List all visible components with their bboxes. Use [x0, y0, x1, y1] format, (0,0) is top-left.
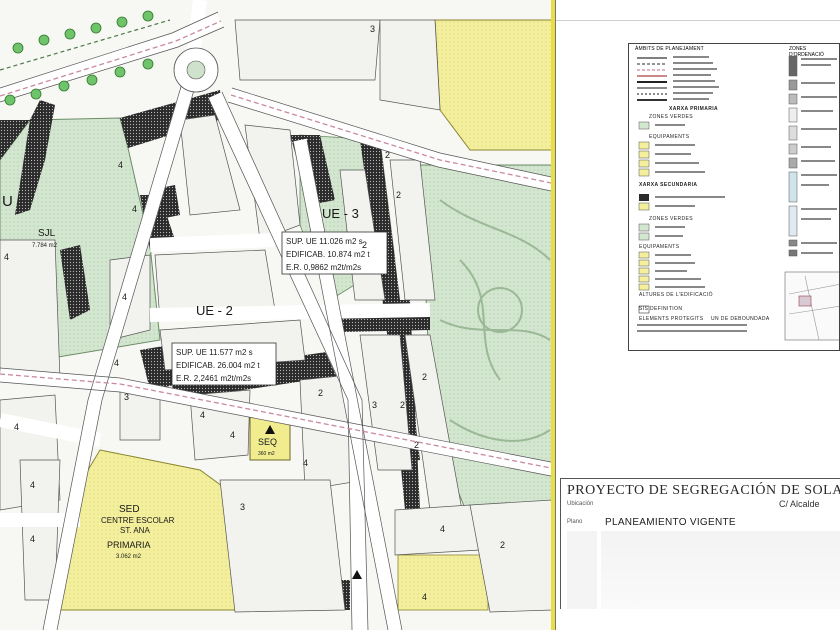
location-value: C/ Alcalde [779, 499, 820, 509]
height-label: 4 [114, 358, 119, 368]
legend-section-equipaments-2: EQUIPAMENTS [639, 244, 680, 250]
height-label: 2 [422, 372, 427, 382]
zone-label-seq: SEQ [258, 437, 277, 447]
legend-section-bic: UN DE DEBOUNDADA [711, 316, 770, 322]
height-label: 2 [362, 240, 367, 250]
height-label: 2 [396, 190, 401, 200]
project-title: PROYECTO DE SEGREGACIÓN DE SOLA [567, 483, 840, 498]
height-label: 4 [30, 480, 35, 490]
zone-area-seq: 360 m2 [258, 451, 275, 457]
height-label: 4 [4, 252, 9, 262]
title-block-panel-left [567, 531, 597, 609]
school-name-2: ST. ANA [120, 526, 150, 535]
height-label: 2 [318, 388, 323, 398]
zone-label-ue3: UE - 3 [322, 206, 359, 221]
location-label: Ubicación [567, 501, 594, 507]
school-area: 3.062 m2 [116, 554, 142, 560]
legend-section-xarxa-primaria: XARXA PRIMARIA [669, 106, 719, 112]
legend-section-elements: ELEMENTS PROTEGITS [639, 316, 704, 322]
ue3-edif: EDIFICAB. 10.874 m2 t [286, 250, 370, 259]
ue3-box: SUP. UE 11.026 m2 s EDIFICAB. 10.874 m2 … [281, 231, 388, 275]
plan-sheet: SUP. UE 11.026 m2 s EDIFICAB. 10.874 m2 … [0, 0, 840, 630]
legend-section-equipaments: EQUIPAMENTS [649, 134, 690, 140]
plan-label: Plano [567, 519, 583, 525]
legend-section-zones-verdes-2: ZONES VERDES [649, 216, 693, 222]
height-label: 4 [440, 524, 445, 534]
legend-section-sis: SIS DEFINITION [639, 306, 683, 312]
equipment-zone-bottom [397, 554, 489, 611]
height-label: 4 [303, 458, 308, 468]
ue3-er: E.R. 0,9862 m2t/m2s [286, 263, 361, 272]
legend-section-altures: ALTURES DE L'EDIFICACIÓ [639, 292, 713, 298]
height-label: 4 [230, 430, 235, 440]
zone-label-u: U [2, 193, 13, 210]
ue2-er: E.R. 2,2461 m2t/m2s [176, 374, 251, 383]
sheet-edge-strip [551, 0, 555, 630]
height-label: 2 [414, 440, 419, 450]
ue2-edif: EDIFICAB. 26.004 m2 t [176, 361, 260, 370]
title-block-panel [601, 531, 840, 609]
zone-area-sjl: 7.784 m2 [32, 243, 58, 249]
zone-label-ue2: UE - 2 [196, 303, 233, 318]
map-legend: ÀMBITS DE PLANEJAMENT ZONES D'ORDENACIÓ [628, 43, 840, 351]
height-label: 2 [500, 540, 505, 550]
height-label: 4 [118, 160, 123, 170]
height-label: 4 [132, 204, 137, 214]
zone-label-school: SED [119, 504, 140, 515]
height-label: 2 [400, 400, 405, 410]
legend-section-xarxa-secundaria: XARXA SECUNDARIA [639, 182, 698, 188]
height-label: 2 [385, 150, 390, 160]
legend-swatches [637, 55, 839, 341]
zone-label-sjl: SJL [38, 228, 56, 239]
height-label: 4 [14, 422, 19, 432]
ue2-sup: SUP. UE 11.577 m2 s [176, 348, 253, 357]
urban-plan-map: SUP. UE 11.026 m2 s EDIFICAB. 10.874 m2 … [0, 0, 556, 630]
school-name-1: CENTRE ESCOLAR [101, 516, 175, 525]
height-label: 4 [30, 534, 35, 544]
title-block: PROYECTO DE SEGREGACIÓN DE SOLA Ubicació… [560, 478, 840, 609]
height-label: 3 [124, 392, 129, 402]
height-label: 3 [240, 502, 245, 512]
ue3-sup: SUP. UE 11.026 m2 s [286, 237, 363, 246]
height-label: 3 [370, 24, 375, 34]
height-label: 4 [122, 292, 127, 302]
height-label: 3 [372, 400, 377, 410]
height-label: 4 [200, 410, 205, 420]
ue2-box: SUP. UE 11.577 m2 s EDIFICAB. 26.004 m2 … [171, 342, 277, 386]
plan-name: PLANEAMIENTO VIGENTE [605, 517, 736, 528]
sheet-top-line [556, 20, 840, 21]
height-label: 4 [422, 592, 427, 602]
legend-section-zones-verdes: ZONES VERDES [649, 114, 693, 120]
school-name-3: PRIMARIA [107, 540, 151, 550]
